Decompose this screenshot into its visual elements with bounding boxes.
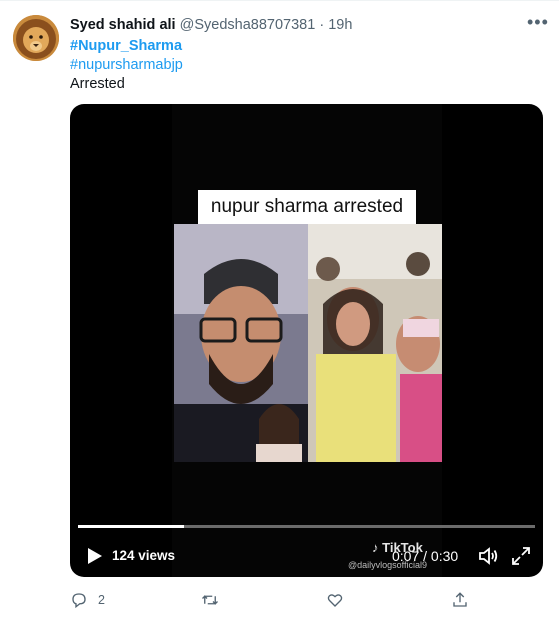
- separator-dot: ·: [319, 17, 325, 33]
- reply-button[interactable]: 2: [70, 591, 105, 609]
- timecode: 0:07 / 0:30: [392, 548, 459, 564]
- video-caption: nupur sharma arrested: [198, 190, 416, 224]
- tweet-header: Syed shahid ali @Syedsha88707381 · 19h: [70, 16, 352, 34]
- more-icon[interactable]: •••: [527, 13, 549, 31]
- progress-bar[interactable]: [78, 525, 535, 528]
- play-icon[interactable]: [84, 546, 104, 566]
- tiktok-icon: ♪: [372, 540, 379, 555]
- avatar[interactable]: [13, 15, 59, 61]
- hashtag-link[interactable]: #nupursharmabjp: [70, 57, 183, 73]
- tweet-card[interactable]: Syed shahid ali @Syedsha88707381 · 19h •…: [0, 0, 559, 621]
- retweet-icon: [202, 595, 218, 605]
- video-clip-left: [174, 224, 308, 462]
- video-player[interactable]: nupur sharma arrested 124 views ♪ TikTok…: [70, 104, 543, 577]
- tweet-actions: 2: [70, 591, 490, 611]
- hashtag-link[interactable]: #Nupur_Sharma: [70, 38, 182, 54]
- volume-icon[interactable]: [477, 545, 499, 567]
- view-count: 124 views: [112, 548, 176, 563]
- fullscreen-icon[interactable]: [510, 545, 532, 567]
- share-button[interactable]: [451, 591, 469, 609]
- reply-icon: [72, 593, 86, 609]
- like-icon: [327, 594, 343, 607]
- video-clip-right: [308, 224, 442, 462]
- lion-avatar-icon: [13, 15, 59, 61]
- tweet-time[interactable]: 19h: [328, 17, 352, 33]
- reply-count: 2: [98, 593, 105, 607]
- author-handle[interactable]: @Syedsha88707381: [180, 17, 316, 33]
- share-icon: [453, 592, 467, 607]
- tweet-text: Arrested: [70, 76, 125, 92]
- like-button[interactable]: [326, 591, 354, 609]
- retweet-button[interactable]: [201, 591, 229, 609]
- author-name[interactable]: Syed shahid ali: [70, 17, 176, 33]
- progress-fill: [78, 525, 185, 528]
